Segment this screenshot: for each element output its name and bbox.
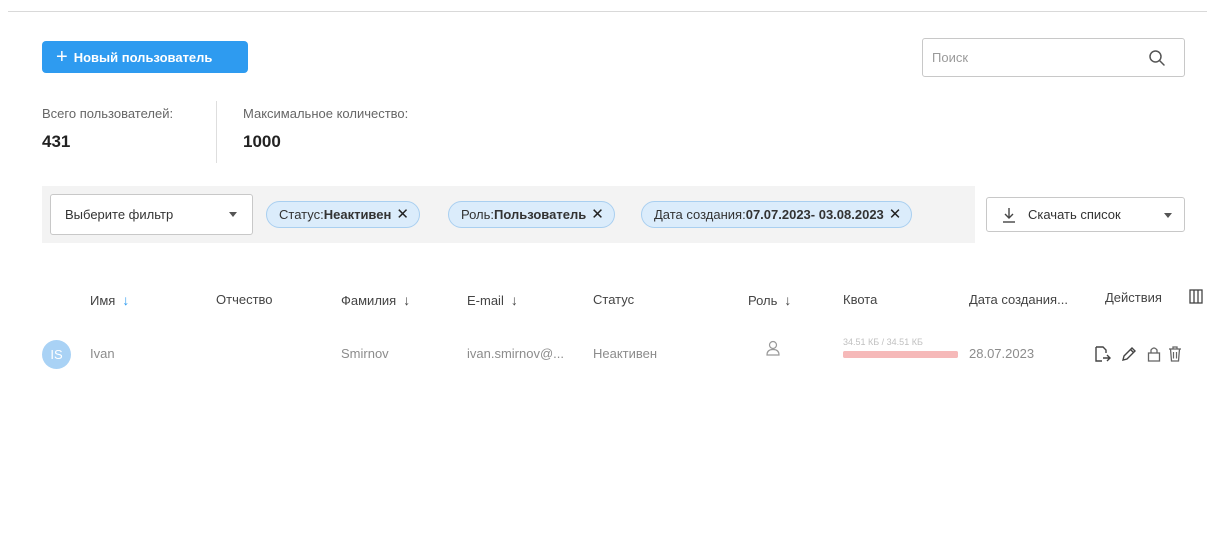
chip-key: Статус:: [279, 207, 324, 222]
column-label: Фамилия: [341, 292, 397, 308]
column-label: Статус: [593, 292, 635, 307]
chip-key: Дата создания:: [654, 207, 746, 222]
max-users-stat: Максимальное количество: 1000: [243, 106, 408, 152]
search-icon[interactable]: [1148, 49, 1166, 67]
search-input[interactable]: [932, 50, 1132, 65]
close-icon[interactable]: ✕: [889, 207, 902, 222]
cell-name: Ivan: [90, 346, 115, 361]
column-label: Дата создания...: [969, 292, 1068, 307]
close-icon[interactable]: ✕: [396, 207, 409, 222]
column-header-status: Статус: [593, 292, 634, 307]
lock-icon[interactable]: [1145, 345, 1163, 363]
search-box[interactable]: [922, 38, 1185, 77]
column-label: Имя: [90, 292, 116, 308]
download-list-button[interactable]: Скачать список: [986, 197, 1185, 232]
column-header-name[interactable]: Имя ↓: [90, 292, 129, 308]
column-label: Квота: [843, 292, 878, 307]
cell-email: ivan.smirnov@...: [467, 346, 564, 361]
plus-icon: +: [56, 46, 68, 68]
cell-status: Неактивен: [593, 346, 658, 361]
sort-arrow-icon: ↓: [784, 292, 792, 308]
column-header-actions: Действия: [1105, 290, 1162, 305]
sort-arrow-icon: ↓: [122, 292, 130, 308]
chip-value: 07.07.2023- 03.08.2023: [745, 207, 884, 222]
columns-icon[interactable]: [1189, 289, 1203, 305]
chip-key: Роль:: [461, 207, 495, 222]
total-users-stat: Всего пользователей: 431: [42, 106, 173, 152]
user-icon: [766, 340, 780, 356]
column-label: Отчество: [216, 292, 273, 307]
max-users-value: 1000: [243, 132, 281, 151]
filter-chip-created-date: Дата создания: 07.07.2023- 03.08.2023 ✕: [641, 201, 913, 228]
column-header-email[interactable]: E-mail ↓: [467, 292, 518, 308]
column-header-surname[interactable]: Фамилия ↓: [341, 292, 410, 308]
filter-chip-role: Роль: Пользователь ✕: [448, 201, 615, 228]
column-label: Действия: [1105, 290, 1162, 305]
close-icon[interactable]: ✕: [591, 207, 604, 222]
filter-select[interactable]: Выберите фильтр: [50, 194, 253, 235]
edit-icon[interactable]: [1120, 345, 1138, 363]
filter-select-label: Выберите фильтр: [65, 207, 174, 222]
new-user-label: Новый пользователь: [73, 49, 213, 65]
new-user-button[interactable]: + Новый пользователь: [42, 41, 248, 73]
quota-fill: [843, 351, 958, 358]
download-icon: [1003, 207, 1015, 223]
quota-bar: [843, 351, 958, 358]
cell-surname: Smirnov: [341, 346, 389, 361]
sort-arrow-icon: ↓: [403, 292, 411, 308]
stats-divider: [216, 101, 217, 163]
chip-value: Неактивен: [323, 207, 392, 222]
total-users-value: 431: [42, 132, 71, 151]
total-users-label: Всего пользователей:: [42, 106, 174, 121]
delete-icon[interactable]: [1166, 345, 1184, 363]
filter-chip-status: Статус: Неактивен ✕: [266, 201, 420, 228]
cell-created: 28.07.2023: [969, 346, 1035, 361]
chip-value: Пользователь: [494, 207, 587, 222]
column-header-quota: Квота: [843, 292, 877, 307]
sort-arrow-icon: ↓: [510, 292, 518, 308]
chevron-down-icon: [229, 212, 237, 217]
login-as-icon[interactable]: [1093, 345, 1111, 363]
top-divider: [8, 11, 1207, 12]
column-label: E-mail: [467, 292, 504, 308]
column-header-patronymic: Отчество: [216, 292, 273, 307]
avatar: IS: [42, 340, 71, 369]
column-label: Роль: [748, 292, 778, 308]
column-header-created[interactable]: Дата создания...: [969, 292, 1068, 307]
column-header-role[interactable]: Роль ↓: [748, 292, 791, 308]
download-list-label: Скачать список: [1028, 207, 1121, 222]
quota-text: 34.51 КБ / 34.51 КБ: [843, 337, 923, 347]
chevron-down-icon: [1164, 213, 1172, 218]
max-users-label: Максимальное количество:: [243, 106, 409, 121]
